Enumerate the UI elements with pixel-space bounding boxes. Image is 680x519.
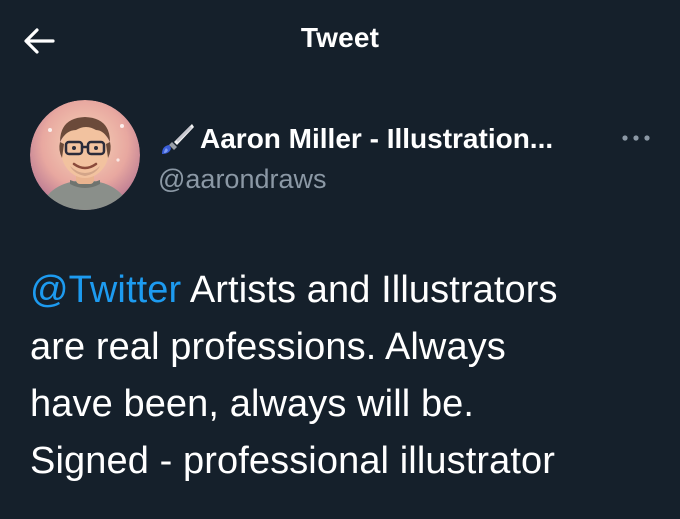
tweet-line-text: Artists and Illustrators [181, 269, 558, 311]
paintbrush-icon [162, 124, 194, 154]
mention-link[interactable]: @Twitter [30, 269, 181, 311]
tweet-screen: Tweet Aaron Miller - Illustration... @aa… [0, 0, 680, 519]
more-dots-icon [622, 135, 650, 141]
avatar[interactable] [30, 100, 140, 210]
user-handle[interactable]: @aarondraws [158, 164, 327, 195]
tweet-line: Signed - professional illustrator [30, 440, 556, 482]
more-options-button[interactable] [616, 126, 656, 150]
tweet-line: are real professions. Always [30, 326, 506, 368]
avatar-illustration [30, 100, 140, 210]
tweet-line: @Twitter Artists and Illustrators [30, 262, 660, 319]
tweet-text: @Twitter Artists and Illustrators are re… [30, 262, 660, 490]
tweet-line: have been, always will be. [30, 383, 475, 425]
tweet-author: Aaron Miller - Illustration... @aarondra… [0, 100, 680, 220]
page-title: Tweet [300, 22, 380, 53]
display-name[interactable]: Aaron Miller - Illustration... [200, 123, 553, 155]
header-bar: Tweet [0, 0, 680, 84]
name-row: Aaron Miller - Illustration... [158, 120, 553, 158]
